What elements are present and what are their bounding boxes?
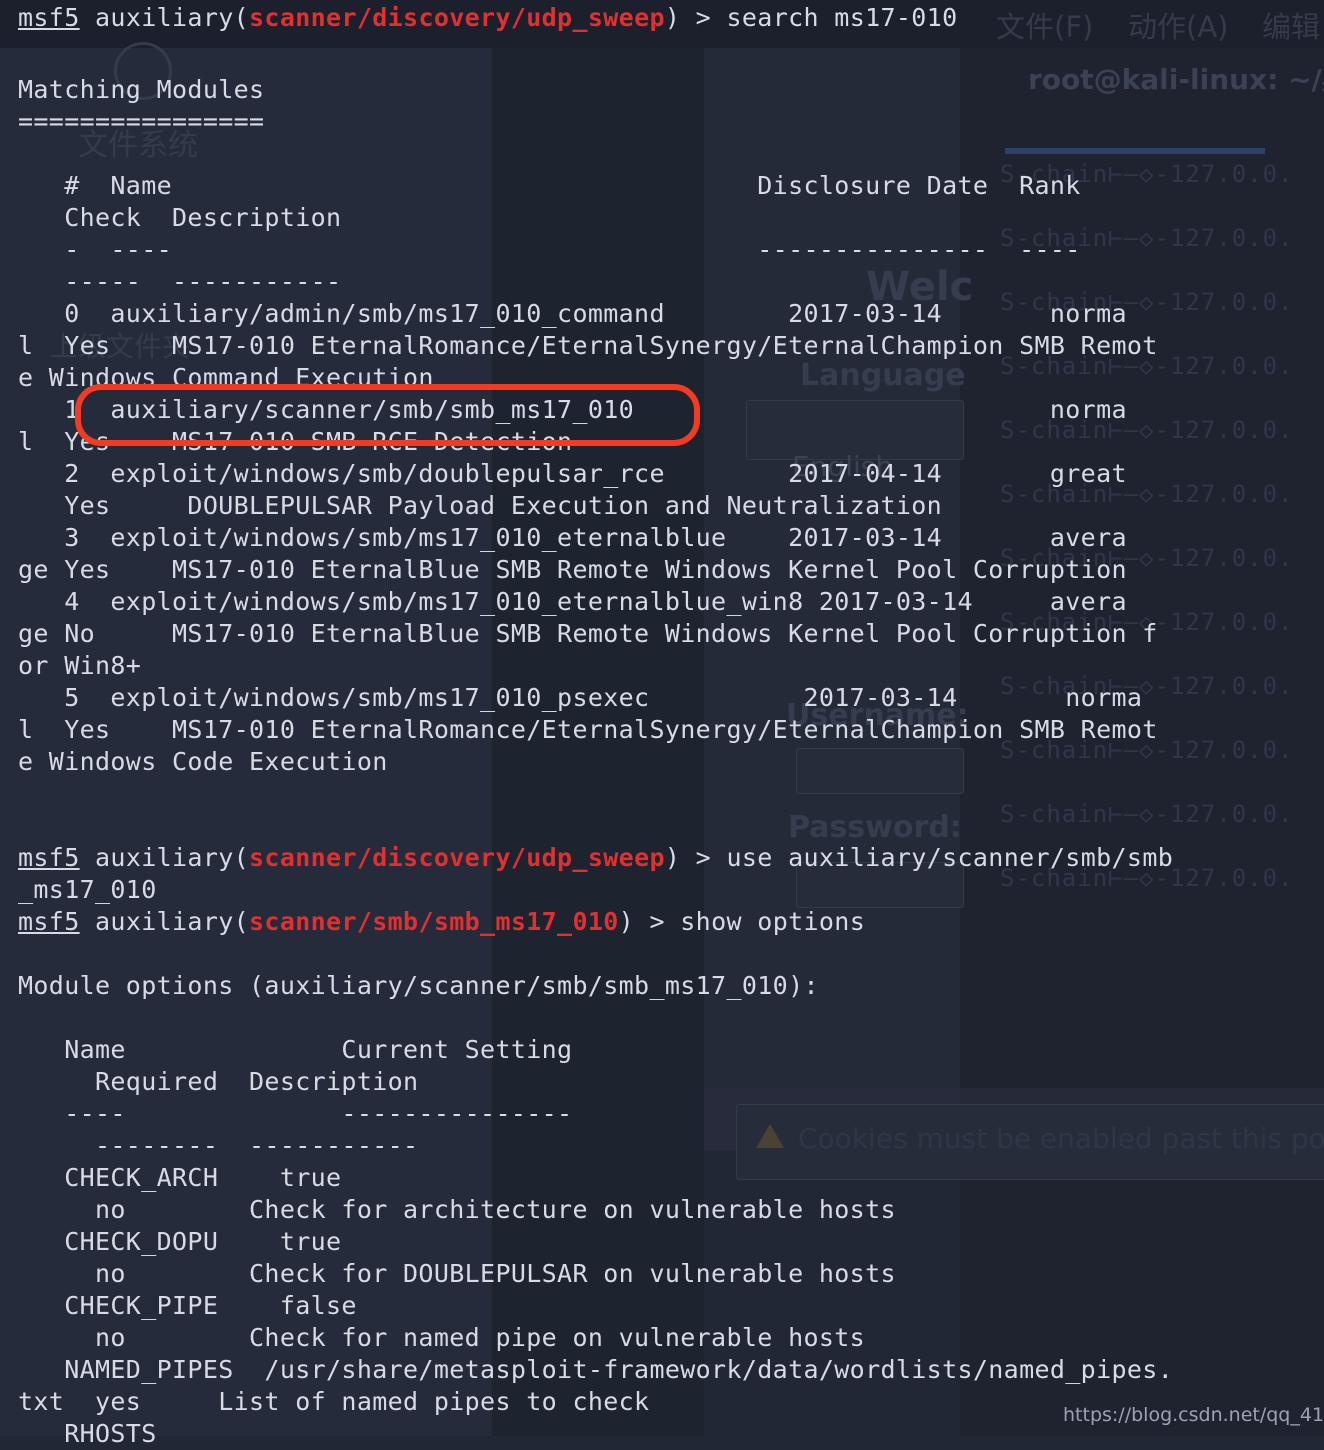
terminal-line: l Yes MS17-010 EternalRomance/EternalSyn… — [18, 714, 1158, 746]
terminal-line: NAMED_PIPES /usr/share/metasploit-framew… — [18, 1354, 1173, 1386]
module-path: scanner/discovery/udp_sweep — [249, 3, 665, 32]
terminal-text: l Yes MS17-010 EternalRomance/EternalSyn… — [18, 331, 1158, 360]
terminal-text: use auxiliary/scanner/smb/smb — [726, 843, 1174, 872]
terminal-text: ) > — [664, 3, 727, 32]
terminal-text: Check Description — [18, 203, 342, 232]
terminal-text: ) > — [618, 907, 681, 936]
terminal-line: 4 exploit/windows/smb/ms17_010_eternalbl… — [18, 586, 1127, 618]
terminal-text: CHECK_ARCH true — [18, 1163, 342, 1192]
terminal-line: - ---- --------------- ---- — [18, 234, 1081, 266]
terminal-line: l Yes MS17-010 EternalRomance/EternalSyn… — [18, 330, 1158, 362]
terminal-text: ----- ----------- — [18, 267, 342, 296]
terminal-text: CHECK_DOPU true — [18, 1227, 342, 1256]
terminal-output[interactable]: msf5 auxiliary(scanner/discovery/udp_swe… — [0, 0, 1324, 1448]
terminal-line: ----- ----------- — [18, 266, 341, 298]
terminal-line: Yes DOUBLEPULSAR Payload Execution and N… — [18, 490, 942, 522]
terminal-line: ---- --------------- — [18, 1098, 572, 1130]
terminal-line: Required Description — [18, 1066, 418, 1098]
terminal-text: no Check for DOUBLEPULSAR on vulnerable … — [18, 1259, 896, 1288]
terminal-line: CHECK_ARCH true — [18, 1162, 341, 1194]
terminal-text: 3 exploit/windows/smb/ms17_010_eternalbl… — [18, 523, 1127, 552]
terminal-line: ================ — [18, 106, 264, 138]
terminal-line: no Check for DOUBLEPULSAR on vulnerable … — [18, 1258, 896, 1290]
terminal-line: txt yes List of named pipes to check — [18, 1386, 649, 1418]
terminal-text: _ms17_010 — [18, 875, 157, 904]
terminal-line: 0 auxiliary/admin/smb/ms17_010_command 2… — [18, 298, 1127, 330]
terminal-text: 0 auxiliary/admin/smb/ms17_010_command 2… — [18, 299, 1127, 328]
terminal-text: no Check for named pipe on vulnerable ho… — [18, 1323, 866, 1352]
terminal-text: CHECK_PIPE false — [18, 1291, 357, 1320]
terminal-text: ================ — [18, 107, 265, 136]
terminal-line: 2 exploit/windows/smb/doublepulsar_rce 2… — [18, 458, 1127, 490]
terminal-text: NAMED_PIPES /usr/share/metasploit-framew… — [18, 1355, 1174, 1384]
terminal-line: Check Description — [18, 202, 341, 234]
terminal-line: ge No MS17-010 EternalBlue SMB Remote Wi… — [18, 618, 1158, 650]
terminal-text: show options — [680, 907, 866, 936]
terminal-text: -------- ----------- — [18, 1131, 419, 1160]
terminal-text: ) > — [664, 843, 727, 872]
module-path: scanner/discovery/udp_sweep — [249, 843, 665, 872]
terminal-line: no Check for named pipe on vulnerable ho… — [18, 1322, 865, 1354]
terminal-line: RHOSTS — [18, 1418, 157, 1450]
terminal-text: or Win8+ — [18, 651, 142, 680]
terminal-text: ge Yes MS17-010 EternalBlue SMB Remote W… — [18, 555, 1127, 584]
terminal-text: RHOSTS — [18, 1419, 157, 1448]
terminal-text: auxiliary( — [79, 843, 250, 872]
terminal-text: Matching Modules — [18, 75, 265, 104]
terminal-line: Name Current Setting — [18, 1034, 572, 1066]
terminal-text: Name Current Setting — [18, 1035, 573, 1064]
terminal-text: Required Description — [18, 1067, 419, 1096]
terminal-text: Yes DOUBLEPULSAR Payload Execution and N… — [18, 491, 943, 520]
terminal-text: 4 exploit/windows/smb/ms17_010_eternalbl… — [18, 587, 1127, 616]
terminal-line: -------- ----------- — [18, 1130, 418, 1162]
terminal-line: e Windows Code Execution — [18, 746, 388, 778]
terminal-line: CHECK_PIPE false — [18, 1290, 357, 1322]
terminal-line: msf5 auxiliary(scanner/discovery/udp_swe… — [18, 2, 958, 34]
terminal-text: l Yes MS17-010 EternalRomance/EternalSyn… — [18, 715, 1158, 744]
terminal-line: Module options (auxiliary/scanner/smb/sm… — [18, 970, 819, 1002]
terminal-line: ge Yes MS17-010 EternalBlue SMB Remote W… — [18, 554, 1127, 586]
terminal-text: auxiliary( — [79, 907, 250, 936]
watermark: https://blog.csdn.net/qq_41821603 — [1063, 1404, 1324, 1426]
prompt-user: msf5 — [18, 3, 80, 32]
terminal-line: or Win8+ — [18, 650, 141, 682]
terminal-text: - ---- --------------- ---- — [18, 235, 1081, 264]
terminal-text: e Windows Code Execution — [18, 747, 388, 776]
terminal-line: no Check for architecture on vulnerable … — [18, 1194, 896, 1226]
prompt-user: msf5 — [18, 843, 80, 872]
terminal-text: Module options (auxiliary/scanner/smb/sm… — [18, 971, 819, 1000]
module-path: scanner/smb/smb_ms17_010 — [249, 907, 619, 936]
terminal-text: no Check for architecture on vulnerable … — [18, 1195, 896, 1224]
terminal-text: txt yes List of named pipes to check — [18, 1387, 650, 1416]
terminal-line: msf5 auxiliary(scanner/discovery/udp_swe… — [18, 842, 1173, 874]
terminal-line: 5 exploit/windows/smb/ms17_010_psexec 20… — [18, 682, 1142, 714]
terminal-line: _ms17_010 — [18, 874, 157, 906]
terminal-text: 2 exploit/windows/smb/doublepulsar_rce 2… — [18, 459, 1127, 488]
terminal-line: 3 exploit/windows/smb/ms17_010_eternalbl… — [18, 522, 1127, 554]
terminal-text: ge No MS17-010 EternalBlue SMB Remote Wi… — [18, 619, 1158, 648]
terminal-line: Matching Modules — [18, 74, 264, 106]
highlight-rectangle — [75, 384, 700, 446]
terminal-line: CHECK_DOPU true — [18, 1226, 341, 1258]
terminal-text: ---- --------------- — [18, 1099, 573, 1128]
terminal-text: # Name Disclosure Date Rank — [18, 171, 1081, 200]
terminal-text: auxiliary( — [79, 3, 250, 32]
terminal-line: msf5 auxiliary(scanner/smb/smb_ms17_010)… — [18, 906, 865, 938]
terminal-text: 5 exploit/windows/smb/ms17_010_psexec 20… — [18, 683, 1143, 712]
terminal-line: # Name Disclosure Date Rank — [18, 170, 1081, 202]
prompt-user: msf5 — [18, 907, 80, 936]
terminal-text: search ms17-010 — [726, 3, 958, 32]
